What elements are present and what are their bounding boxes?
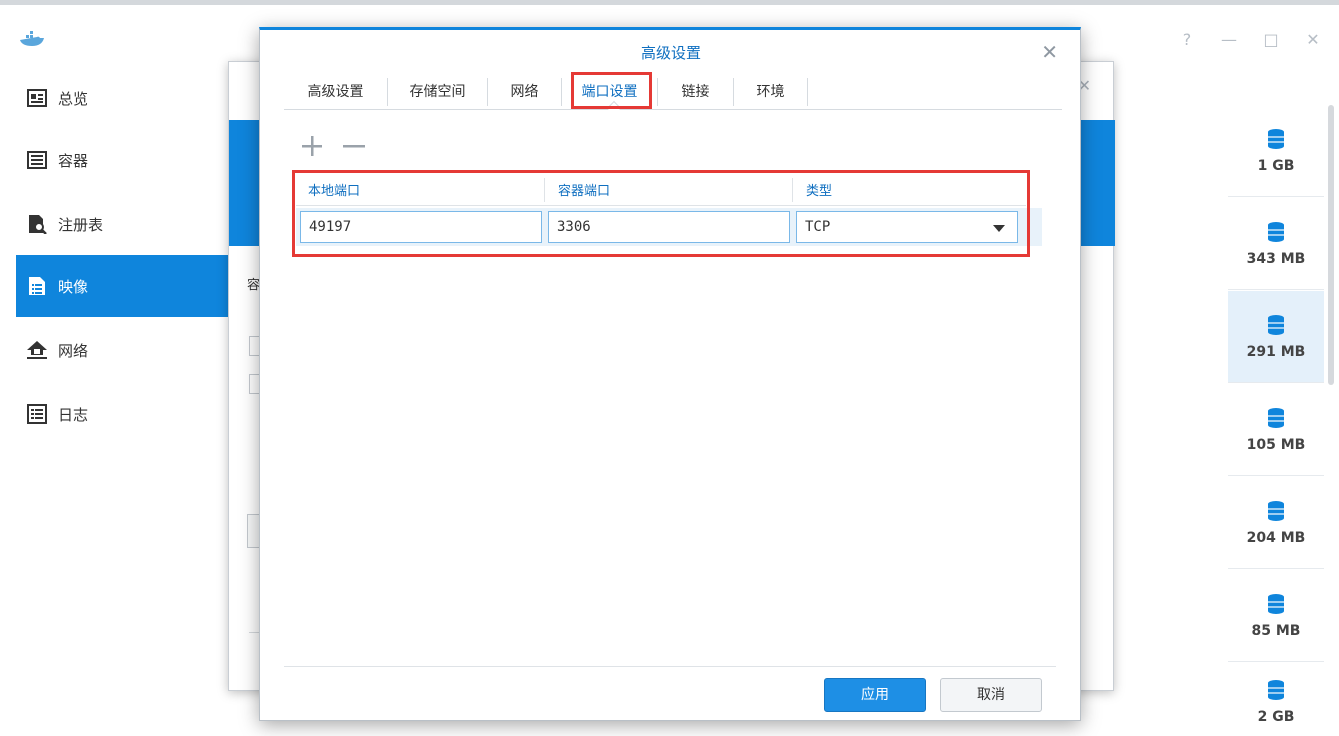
log-icon <box>26 403 48 425</box>
tab-storage[interactable]: 存储空间 <box>388 78 488 106</box>
database-icon <box>1268 221 1284 242</box>
image-size-list: 1 GB 343 MB 291 MB 105 MB 204 MB 85 MB 2… <box>1228 105 1324 736</box>
docker-whale-icon <box>20 31 44 46</box>
sidebar-item-overview[interactable]: 总览 <box>16 67 228 129</box>
advanced-settings-dialog: 高级设置 ✕ 高级设置 存储空间 网络 端口设置 链接 环境 本地端口 容器端口 <box>259 27 1081 721</box>
database-icon <box>1268 128 1284 149</box>
image-icon <box>26 275 48 297</box>
cancel-button[interactable]: 取消 <box>940 678 1042 712</box>
tab-advanced[interactable]: 高级设置 <box>284 78 388 106</box>
image-size: 105 MB <box>1246 436 1306 453</box>
close-window-icon[interactable]: ✕ <box>1305 30 1321 49</box>
port-toolbar <box>300 134 366 158</box>
sidebar-item-label: 总览 <box>58 89 89 108</box>
sidebar-item-label: 日志 <box>58 405 89 424</box>
list-item[interactable]: 1 GB <box>1228 105 1324 197</box>
sidebar-item-container[interactable]: 容器 <box>16 129 228 191</box>
minimize-icon[interactable]: — <box>1221 30 1237 49</box>
database-icon <box>1268 680 1284 700</box>
add-port-button[interactable] <box>300 134 324 158</box>
image-size: 1 GB <box>1257 157 1295 174</box>
list-item[interactable]: 204 MB <box>1228 477 1324 569</box>
sidebar: 总览 容器 注册表 映像 网络 日志 <box>0 65 228 736</box>
tab-environment[interactable]: 环境 <box>734 78 808 106</box>
window-controls: ? — □ ✕ <box>1179 30 1321 49</box>
container-icon <box>26 149 48 171</box>
list-item[interactable]: 2 GB <box>1228 663 1324 736</box>
close-icon[interactable]: ✕ <box>1041 40 1058 64</box>
image-size: 291 MB <box>1246 343 1306 360</box>
image-size: 2 GB <box>1257 709 1295 725</box>
tab-highlight-box <box>571 72 652 109</box>
next-arrow-icon <box>1095 184 1115 244</box>
table-highlight-box <box>292 170 1030 257</box>
registry-search-icon <box>26 213 48 235</box>
database-icon <box>1268 500 1284 521</box>
apply-button[interactable]: 应用 <box>824 678 926 712</box>
maximize-icon[interactable]: □ <box>1263 30 1279 49</box>
help-icon[interactable]: ? <box>1179 30 1195 49</box>
sidebar-item-network[interactable]: 网络 <box>16 319 228 381</box>
database-icon <box>1268 407 1284 428</box>
image-size: 343 MB <box>1246 250 1306 267</box>
image-size: 204 MB <box>1246 529 1306 546</box>
plus-icon <box>302 136 322 156</box>
scrollbar[interactable] <box>1328 105 1334 385</box>
database-icon <box>1268 593 1284 614</box>
sidebar-item-image[interactable]: 映像 <box>16 255 228 317</box>
minus-icon <box>343 145 365 148</box>
tab-links[interactable]: 链接 <box>658 78 734 106</box>
list-item[interactable]: 85 MB <box>1228 570 1324 662</box>
dialog-title: 高级设置 <box>640 44 701 62</box>
list-item[interactable]: 105 MB <box>1228 384 1324 476</box>
sidebar-item-label: 网络 <box>58 341 89 360</box>
sidebar-item-registry[interactable]: 注册表 <box>16 193 228 255</box>
database-icon <box>1268 314 1284 335</box>
list-item[interactable]: 291 MB <box>1228 291 1324 383</box>
sidebar-item-label: 映像 <box>58 277 89 296</box>
list-item[interactable]: 343 MB <box>1228 198 1324 290</box>
sidebar-item-log[interactable]: 日志 <box>16 383 228 445</box>
network-icon <box>26 339 48 361</box>
tab-network[interactable]: 网络 <box>488 78 562 106</box>
image-size: 85 MB <box>1251 622 1301 639</box>
overview-icon <box>26 87 48 109</box>
docker-app-window: ? — □ ✕ 总览 容器 注册表 映像 网络 日志 1 GB 343 MB 2… <box>0 0 1339 736</box>
tab-bar: 高级设置 存储空间 网络 端口设置 链接 环境 <box>284 74 1062 110</box>
sidebar-item-label: 容器 <box>58 151 89 170</box>
remove-port-button[interactable] <box>342 134 366 158</box>
sidebar-item-label: 注册表 <box>58 215 104 234</box>
footer-divider <box>284 666 1056 667</box>
